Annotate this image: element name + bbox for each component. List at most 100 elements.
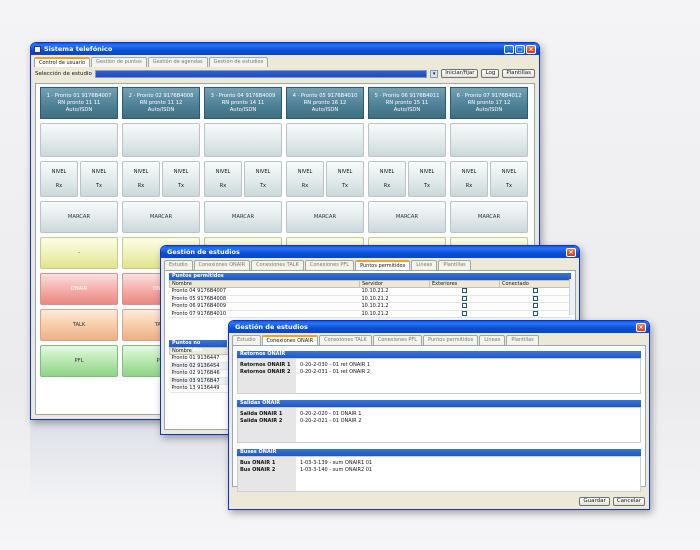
- level-rx-button[interactable]: NIVEL Rx: [450, 161, 488, 197]
- level-rx-button[interactable]: NIVEL Rx: [368, 161, 406, 197]
- list-item[interactable]: Pronto 03 9176B47: [169, 377, 229, 385]
- close-icon[interactable]: ×: [636, 322, 646, 332]
- templates-button[interactable]: Plantillas: [502, 69, 535, 78]
- exteriores-checkbox[interactable]: [462, 288, 467, 294]
- level-rx-button[interactable]: NIVEL Rx: [286, 161, 324, 197]
- tab-conexiones-pfl[interactable]: Conexiones PFL: [372, 335, 423, 345]
- line-header[interactable]: 2 · Pronto 02 9176B4008 RN pronto 11 12 …: [122, 87, 200, 119]
- connection-label: Bus ONAIR 1: [240, 460, 276, 466]
- table-row[interactable]: Pronto 04 9176B4007 10.10.21.2: [169, 287, 571, 296]
- point-name: Pronto 06 9176B4009: [169, 302, 360, 311]
- connection-value[interactable]: 1-03-3-139 - sum ONAIR1 01: [300, 460, 636, 467]
- log-button[interactable]: Log: [481, 69, 500, 78]
- level-tx-button[interactable]: NIVEL Tx: [162, 161, 200, 197]
- cancel-button[interactable]: Cancelar: [612, 497, 645, 506]
- dial-button[interactable]: MARCAR: [204, 201, 282, 233]
- tab-conexiones-pfl[interactable]: Conexiones PFL: [304, 260, 355, 270]
- connection-value[interactable]: 0-20-2-021 - 01 ONAIR 2: [300, 418, 636, 425]
- line-header[interactable]: 3 · Pronto 04 9176B4009 RN pronto 14 11 …: [204, 87, 282, 119]
- line-mode: Auto/ISDN: [311, 106, 339, 113]
- tab-plantillas[interactable]: Plantillas: [506, 335, 539, 345]
- connection-value[interactable]: 0-20-2-031 - 01 ret ONAIR 2: [300, 369, 636, 376]
- conectado-checkbox[interactable]: [532, 310, 538, 316]
- tab-puntos-permitidos[interactable]: Puntos permitidos: [423, 335, 479, 345]
- level-tx-button[interactable]: NIVEL Tx: [326, 161, 364, 197]
- exteriores-checkbox[interactable]: [462, 310, 467, 316]
- dial-button[interactable]: MARCAR: [368, 201, 446, 233]
- vertical-scrollbar[interactable]: [569, 279, 575, 315]
- pfl-button[interactable]: PFL: [40, 345, 118, 377]
- app-icon: [34, 45, 41, 53]
- table-row[interactable]: Pronto 06 9176B4009 10.10.21.2: [169, 302, 571, 311]
- list-item[interactable]: Pronto 02 9136454: [169, 362, 229, 370]
- dial-button[interactable]: MARCAR: [450, 201, 528, 233]
- line-header[interactable]: 6 · Pronto 07 9176B4012 RN pronto 17 12 …: [450, 87, 528, 119]
- line-header[interactable]: 4 · Pronto 05 9176B4010 RN pronto 16 12 …: [286, 87, 364, 119]
- col-nombre[interactable]: Nombre: [169, 280, 360, 288]
- col-servidor[interactable]: Servidor: [359, 280, 430, 288]
- line-mode: Auto/ISDN: [475, 106, 503, 113]
- start-button[interactable]: Iniciar/fijar: [441, 69, 479, 78]
- tab-conexiones-talk[interactable]: Conexiones TALK: [251, 260, 304, 270]
- status-idle-button[interactable]: -: [40, 237, 118, 269]
- conectado-checkbox[interactable]: [532, 303, 538, 309]
- dial-button[interactable]: MARCAR: [122, 201, 200, 233]
- line-header[interactable]: 1 · Pronto 01 9176B4007 RN pronto 11 11 …: [40, 87, 118, 119]
- tab-estudio[interactable]: Estudio: [164, 260, 193, 270]
- studio-select-label: Selección de estudio: [35, 70, 92, 77]
- onair-button[interactable]: ONAIR: [40, 273, 118, 305]
- connection-value[interactable]: 1-03-3-140 - sum ONAIR2 01: [300, 467, 636, 474]
- conectado-checkbox[interactable]: [532, 295, 538, 301]
- maximize-icon[interactable]: □: [515, 44, 525, 54]
- exteriores-checkbox[interactable]: [462, 303, 467, 309]
- available-section-title: Puntos no permitidos: [169, 340, 227, 353]
- close-icon[interactable]: ×: [526, 44, 536, 54]
- tab-puntos-permitidos[interactable]: Puntos permitidos: [355, 260, 411, 270]
- level-rx-button[interactable]: NIVEL Rx: [40, 161, 78, 197]
- level-rx-button[interactable]: NIVEL Rx: [122, 161, 160, 197]
- level-tx-button[interactable]: NIVEL Tx: [80, 161, 118, 197]
- dial-button[interactable]: MARCAR: [286, 201, 364, 233]
- line-point: RN pronto 14 11: [221, 99, 265, 106]
- level-row: NIVEL Rx NIVEL Tx: [368, 161, 446, 197]
- level-tx-button[interactable]: NIVEL Tx: [244, 161, 282, 197]
- col-exteriores[interactable]: Exteriores: [429, 280, 500, 288]
- line-header[interactable]: 5 · Pronto 06 9176B4011 RN pronto 15 11 …: [368, 87, 446, 119]
- studio-select[interactable]: [94, 69, 428, 78]
- tab-lineas[interactable]: Líneas: [411, 260, 438, 270]
- close-icon[interactable]: ×: [566, 247, 576, 257]
- conectado-checkbox[interactable]: [532, 288, 538, 294]
- tab-plantillas[interactable]: Plantillas: [438, 260, 471, 270]
- tab-conexiones-talk[interactable]: Conexiones TALK: [319, 335, 372, 345]
- chevron-down-icon[interactable]: ▾: [430, 69, 439, 78]
- level-tx-button[interactable]: NIVEL Tx: [408, 161, 446, 197]
- table-row[interactable]: Pronto 07 9176B4010 10.10.21.2: [169, 310, 571, 318]
- list-item[interactable]: Pronto 02 9176B46: [169, 369, 229, 378]
- tab-lineas[interactable]: Líneas: [479, 335, 506, 345]
- tab-conexiones-onair[interactable]: Conexiones ONAIR: [261, 335, 319, 345]
- talk-button[interactable]: TALK: [40, 309, 118, 341]
- list-item[interactable]: Pronto 13 9136449: [169, 384, 229, 393]
- exteriores-cell: [429, 287, 500, 296]
- connection-labels: Salida ONAIR 1 Salida ONAIR 2: [238, 408, 296, 442]
- tab-gestion-estudios[interactable]: Gestión de estudios: [208, 57, 269, 67]
- line-name: 3 · Pronto 04 9176B4009: [210, 92, 276, 99]
- dial-button[interactable]: MARCAR: [40, 201, 118, 233]
- connection-value[interactable]: 0-20-2-020 - 01 ONAIR 1: [300, 411, 636, 418]
- tab-gestion-agendas[interactable]: Gestión de agendas: [147, 57, 208, 67]
- minimize-icon[interactable]: _: [504, 44, 514, 54]
- exteriores-checkbox[interactable]: [462, 295, 467, 301]
- line-name: 1 · Pronto 01 9176B4007: [46, 92, 112, 99]
- level-tx-button[interactable]: NIVEL Tx: [490, 161, 528, 197]
- level-rx-button[interactable]: NIVEL Rx: [204, 161, 242, 197]
- tab-conexiones-onair[interactable]: Conexiones ONAIR: [193, 260, 251, 270]
- connection-value[interactable]: 0-20-2-030 - 01 ret ONAIR 1: [300, 362, 636, 369]
- tab-gestion-puntos[interactable]: Gestión de puntos: [91, 57, 147, 67]
- col-conectado[interactable]: Conectado: [499, 280, 571, 288]
- tab-estudio[interactable]: Estudio: [232, 335, 261, 345]
- available-point-name: Pronto 01 9136447: [169, 354, 229, 363]
- tab-control-usuario[interactable]: Control de usuario: [34, 57, 91, 67]
- list-item[interactable]: Pronto 01 9136447: [169, 354, 229, 363]
- table-row[interactable]: Pronto 05 9176B4008 10.10.21.2: [169, 295, 571, 303]
- save-button[interactable]: Guardar: [579, 497, 610, 506]
